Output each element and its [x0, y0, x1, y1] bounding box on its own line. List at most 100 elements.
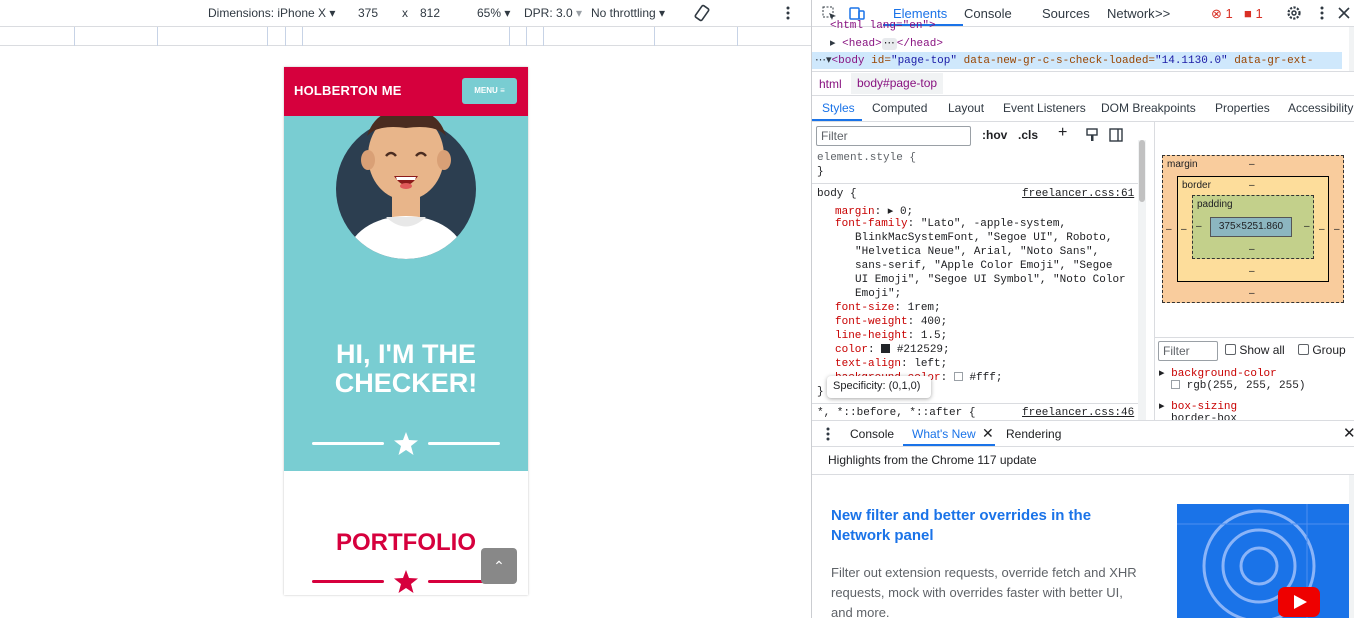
- styles-filter-input[interactable]: Filter: [816, 126, 971, 146]
- media-query-ruler: [0, 27, 811, 46]
- selected-body-node[interactable]: ⋯▾<body id="page-top" data-new-gr-c-s-ch…: [812, 52, 1342, 69]
- menu-button[interactable]: MENU ≡: [462, 78, 517, 104]
- more-tabs-button[interactable]: >>: [1155, 6, 1170, 21]
- youtube-play-icon[interactable]: [1278, 587, 1320, 617]
- throttle-dropdown[interactable]: No throttling ▾: [591, 6, 665, 20]
- hero-title: HI, I'M THE CHECKER!: [334, 339, 478, 398]
- head-node[interactable]: ▸ <head> ⋯ </head>: [830, 36, 943, 50]
- hero-section: HI, I'M THE CHECKER!: [284, 116, 528, 471]
- close-devtools-icon[interactable]: [1338, 7, 1350, 19]
- drawer-tab-whats-new[interactable]: What's New: [912, 427, 976, 441]
- ellipsis-icon[interactable]: ⋯: [881, 38, 897, 50]
- issue-counter[interactable]: ■ 1: [1244, 6, 1263, 21]
- emulated-page: HOLBERTON ME MENU ≡ HI, I'M THE CHECKER!: [284, 67, 528, 595]
- device-toggle-icon[interactable]: [849, 5, 865, 21]
- hamburger-icon: ≡: [500, 86, 505, 95]
- subtab-properties[interactable]: Properties: [1215, 101, 1270, 115]
- show-all-checkbox[interactable]: Show all: [1225, 343, 1285, 357]
- tab-network[interactable]: Network: [1107, 6, 1155, 21]
- html-line[interactable]: <html lang="en">: [830, 20, 936, 32]
- content-box[interactable]: 375×5251.860: [1210, 217, 1292, 237]
- hov-toggle[interactable]: :hov: [982, 128, 1007, 142]
- subtab-accessibility[interactable]: Accessibility: [1288, 101, 1353, 115]
- settings-gear-icon[interactable]: [1286, 5, 1302, 21]
- breadcrumb: html body#page-top: [812, 71, 1354, 96]
- color-swatch-icon[interactable]: [881, 344, 891, 353]
- zoom-dropdown[interactable]: 65% ▾: [477, 6, 510, 20]
- box-model-diagram: margin – – – – border – – – – padding – …: [1154, 122, 1354, 337]
- specificity-tooltip: Specificity: (0,1,0): [827, 376, 931, 398]
- menu-label: MENU: [474, 86, 498, 95]
- border-box[interactable]: border – – – – padding – – – 375×5251.86…: [1177, 176, 1329, 282]
- subtab-computed[interactable]: Computed: [872, 101, 927, 115]
- tab-sources[interactable]: Sources: [1042, 6, 1090, 21]
- close-tab-icon[interactable]: ✕: [982, 425, 994, 442]
- chevron-up-icon: ⌃: [493, 558, 505, 574]
- subtab-event-listeners[interactable]: Event Listeners: [1003, 101, 1086, 115]
- styles-scrollbar[interactable]: [1138, 140, 1146, 420]
- bg-swatch-icon[interactable]: [953, 372, 963, 381]
- star-icon: [394, 432, 418, 455]
- tab-elements[interactable]: Elements: [893, 6, 947, 21]
- group-checkbox[interactable]: Group: [1298, 343, 1346, 357]
- width-field[interactable]: 375: [358, 6, 378, 20]
- element-style-rule[interactable]: element.style {: [817, 152, 916, 164]
- cls-toggle[interactable]: .cls: [1018, 128, 1038, 142]
- drawer-menu-icon[interactable]: [824, 426, 832, 442]
- more-options-icon[interactable]: [781, 5, 795, 21]
- whats-new-video-thumbnail[interactable]: [1177, 504, 1354, 618]
- dimensions-dropdown[interactable]: Dimensions: iPhone X ▾: [208, 6, 335, 20]
- portfolio-star-icon: [394, 570, 418, 593]
- elements-subtabs: Styles Computed Layout Event Listeners D…: [812, 96, 1354, 122]
- universal-selector[interactable]: *, *::before, *::after {: [817, 407, 975, 419]
- close-drawer-icon[interactable]: ✕: [1343, 424, 1354, 442]
- tab-console[interactable]: Console: [964, 6, 1012, 21]
- dom-tree: <html lang="en"> ▸ <head> ⋯ </head> ⋯▾<bod…: [812, 20, 1354, 71]
- times-label: x: [402, 6, 408, 20]
- computed-prop-boxsizing[interactable]: ▸ box-sizing: [1159, 399, 1237, 413]
- drawer-tabbar: Console What's New ✕ Rendering ✕: [812, 420, 1354, 447]
- divider-line-left: [312, 442, 384, 445]
- computed-swatch-icon: [1171, 380, 1180, 389]
- rotate-icon[interactable]: [693, 4, 711, 22]
- divider-line-right: [428, 442, 500, 445]
- computed-prop-bg[interactable]: ▸ background-color: [1159, 366, 1277, 380]
- universal-source-link[interactable]: freelancer.css:46: [1022, 407, 1134, 419]
- computed-pane: Filter Show all Group ▸ background-color…: [1154, 337, 1354, 425]
- height-field[interactable]: 812: [420, 6, 440, 20]
- breadcrumb-html[interactable]: html: [819, 77, 842, 91]
- subtab-styles[interactable]: Styles: [822, 101, 855, 115]
- computed-filter-input[interactable]: Filter: [1158, 341, 1218, 361]
- brand-logo[interactable]: HOLBERTON ME: [294, 83, 402, 98]
- breadcrumb-body[interactable]: body#page-top: [851, 73, 944, 94]
- navbar: HOLBERTON ME MENU ≡: [284, 67, 528, 116]
- inspect-element-icon[interactable]: [822, 6, 837, 21]
- error-icon: ⊗: [1211, 6, 1222, 21]
- scroll-to-top-button[interactable]: ⌃: [481, 548, 517, 584]
- whats-new-header: Highlights from the Chrome 117 update: [812, 447, 1354, 475]
- subtab-indicator: [812, 119, 862, 121]
- margin-box[interactable]: margin – – – – border – – – – padding – …: [1162, 155, 1344, 303]
- drawer-tab-indicator: [903, 444, 995, 446]
- whats-new-body: Filter out extension requests, override …: [831, 565, 1137, 620]
- dpr-dropdown[interactable]: DPR: 3.0 ▾: [524, 6, 582, 20]
- source-link[interactable]: freelancer.css:61: [1022, 188, 1134, 200]
- devtools-panel: Elements Console Sources Network >> ⊗ 1 …: [811, 0, 1354, 620]
- customize-menu-icon[interactable]: [1316, 5, 1328, 21]
- subtab-dom-breakpoints[interactable]: DOM Breakpoints: [1101, 101, 1196, 115]
- whats-new-title-link[interactable]: New filter and better overrides in the N…: [831, 506, 1131, 546]
- body-selector[interactable]: body {: [817, 188, 857, 200]
- drawer-tab-rendering[interactable]: Rendering: [1006, 427, 1061, 441]
- subtab-layout[interactable]: Layout: [948, 101, 984, 115]
- issue-icon: ■: [1244, 6, 1252, 21]
- toggle-sidebar-icon[interactable]: [1109, 128, 1123, 142]
- chrome-logo-pattern: [1177, 504, 1354, 618]
- whats-new-scrollbar[interactable]: [1349, 475, 1354, 618]
- padding-box[interactable]: padding – – – 375×5251.860: [1192, 195, 1314, 259]
- add-rule-icon[interactable]: +: [1058, 124, 1067, 142]
- paint-brush-icon[interactable]: [1085, 128, 1099, 142]
- drawer-tab-console[interactable]: Console: [850, 427, 894, 441]
- dom-scrollbar[interactable]: [1349, 27, 1354, 71]
- error-counter[interactable]: ⊗ 1: [1211, 6, 1233, 22]
- device-toolbar: Dimensions: iPhone X ▾ 375 x 812 65% ▾ D…: [0, 0, 811, 27]
